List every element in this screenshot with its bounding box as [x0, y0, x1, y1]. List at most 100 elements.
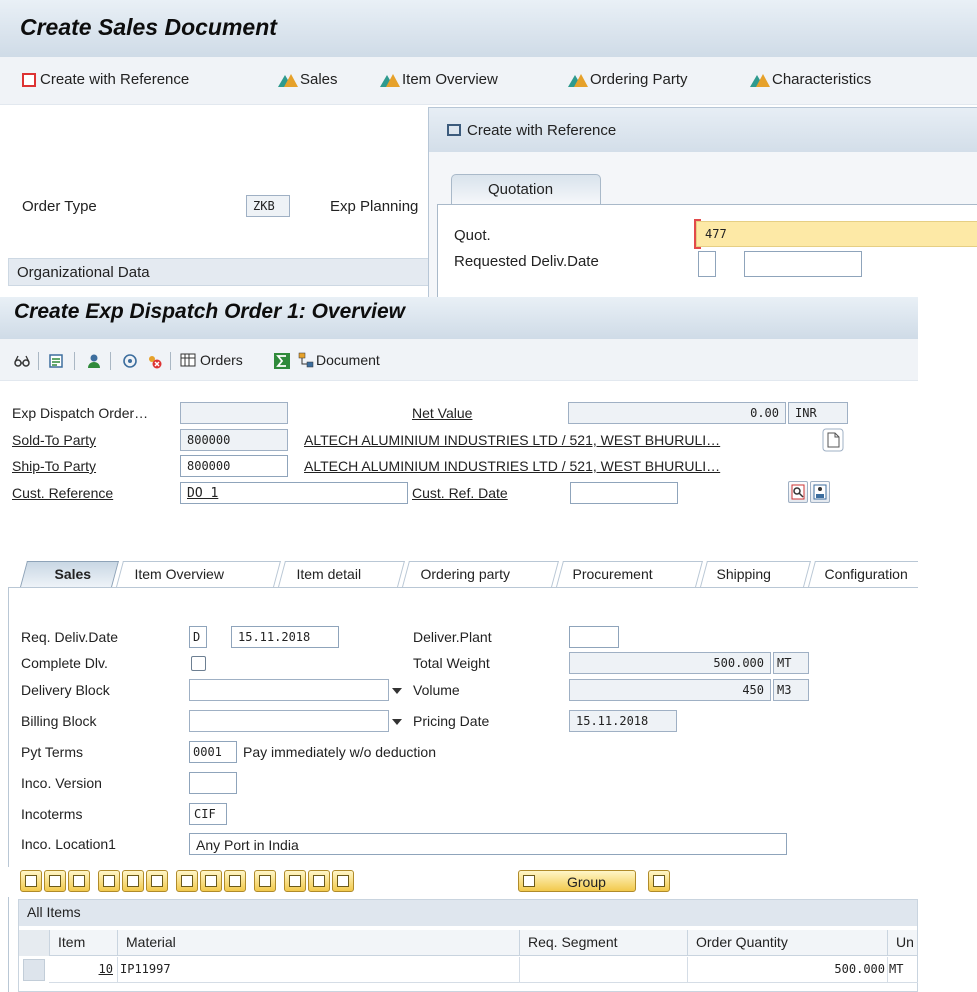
configuration-icon[interactable] [254, 870, 276, 892]
net-value-field: 0.00 [568, 402, 786, 424]
total-weight-field: 500.000 [569, 652, 771, 674]
schedule-lines-icon[interactable] [200, 870, 222, 892]
cust-ref-date-input[interactable] [570, 482, 678, 504]
document-button[interactable]: Document [298, 352, 380, 368]
overview-mountain-icon [278, 73, 298, 87]
unit-cell[interactable]: MT [887, 957, 918, 983]
tab-shipping[interactable]: Shipping [700, 561, 811, 587]
complete-dlv-label: Complete Dlv. [21, 655, 108, 671]
req-deliv-date-input[interactable]: 15.11.2018 [231, 626, 339, 648]
pricing-date-field: 15.11.2018 [569, 710, 677, 732]
net-value-label: Net Value [412, 405, 473, 421]
person-icon[interactable] [86, 353, 102, 369]
column-header-material[interactable]: Material [117, 930, 519, 956]
ship-to-party-description: ALTECH ALUMINIUM INDUSTRIES LTD / 521, W… [304, 458, 721, 474]
column-header-unit[interactable]: Un [887, 930, 918, 956]
tab-ordering-party[interactable]: Ordering party [402, 561, 559, 587]
req-deliv-date-type-input[interactable]: D [189, 626, 207, 648]
ship-to-party-label: Ship-To Party [12, 458, 97, 474]
document-icon[interactable] [822, 428, 844, 452]
requested-deliv-date-field[interactable] [744, 251, 862, 277]
tab-item-overview[interactable]: Item Overview [116, 561, 281, 587]
batch-icon[interactable] [308, 870, 330, 892]
insert-row-icon[interactable] [44, 870, 66, 892]
exp-dispatch-order-label: Exp Dispatch Order… [12, 405, 149, 421]
tab-item-detail[interactable]: Item detail [278, 561, 405, 587]
delete-row-icon[interactable] [68, 870, 90, 892]
item-grid-toolbar: Group [0, 867, 918, 897]
item-cell[interactable]: 10 [49, 957, 117, 983]
overview-mountain-icon [750, 73, 770, 87]
exp-planning-label: Exp Planning [330, 198, 419, 215]
partner-icon[interactable] [176, 870, 198, 892]
row-selector[interactable] [23, 959, 45, 981]
pyt-terms-input[interactable]: 0001 [189, 741, 237, 763]
inco-location-input[interactable]: Any Port in India [189, 833, 787, 855]
orders-button[interactable]: Orders [180, 352, 243, 368]
search-document-icon[interactable] [788, 481, 808, 503]
complete-dlv-checkbox[interactable] [191, 656, 206, 671]
glasses-icon[interactable] [14, 353, 30, 369]
tab-sales[interactable]: Sales [20, 561, 119, 587]
background-toolbar: Create with Reference Sales Item Overvie… [0, 57, 977, 105]
characteristics-button[interactable]: Characteristics [750, 71, 871, 88]
structure-icon[interactable] [648, 870, 670, 892]
create-reference-icon [22, 72, 36, 87]
deliver-plant-input[interactable] [569, 626, 619, 648]
order-quantity-cell[interactable]: 500.000 [687, 957, 887, 983]
sales-button[interactable]: Sales [278, 71, 338, 88]
toolbar-separator [38, 352, 39, 370]
tab-procurement[interactable]: Procurement [556, 561, 703, 587]
column-header-req-segment[interactable]: Req. Segment [519, 930, 687, 956]
dialog-window-icon [447, 124, 461, 136]
billing-block-dropdown[interactable] [189, 710, 402, 732]
copy-items-icon[interactable] [146, 870, 168, 892]
tab-quotation[interactable]: Quotation [451, 174, 601, 204]
ship-to-party-input[interactable]: 800000 [180, 455, 288, 477]
display-document-icon[interactable] [122, 353, 138, 369]
req-segment-cell[interactable] [519, 957, 687, 983]
ordering-party-button[interactable]: Ordering Party [568, 71, 688, 88]
tab-configuration[interactable]: Configuration [808, 561, 918, 587]
column-header-item[interactable]: Item [49, 930, 117, 956]
overview-mountain-icon [380, 73, 400, 87]
quotation-number-input[interactable]: 477 [696, 221, 977, 247]
requested-deliv-date-label: Requested Deliv.Date [454, 253, 599, 270]
overview-tabstrip: Sales Item Overview Item detail Ordering… [0, 557, 918, 587]
document-header-icon[interactable] [48, 353, 64, 369]
background-title-bar: Create Sales Document [0, 0, 977, 57]
billing-block-label: Billing Block [21, 713, 97, 729]
overview-mountain-icon [568, 73, 588, 87]
deliver-plant-label: Deliver.Plant [413, 629, 492, 645]
inco-version-label: Inco. Version [21, 775, 102, 791]
volume-unit-field: M3 [773, 679, 809, 701]
edit-icon[interactable] [332, 870, 354, 892]
delivery-block-dropdown[interactable] [189, 679, 402, 701]
order-type-field[interactable]: ZKB [246, 195, 290, 217]
incoterms-input[interactable]: CIF [189, 803, 227, 825]
req-deliv-date-label: Req. Deliv.Date [21, 629, 119, 645]
table-row[interactable]: 10 IP11997 500.000 MT [19, 957, 918, 983]
requested-deliv-type-field[interactable] [698, 251, 716, 277]
sum-icon[interactable] [274, 353, 290, 369]
volume-label: Volume [413, 682, 460, 698]
cust-reference-input[interactable]: DO 1 [180, 482, 408, 504]
deselect-all-icon[interactable] [122, 870, 144, 892]
item-detail-icon[interactable] [20, 870, 42, 892]
item-overview-button[interactable]: Item Overview [380, 71, 498, 88]
select-all-icon[interactable] [98, 870, 120, 892]
pricing-icon[interactable] [224, 870, 246, 892]
print-preview-icon[interactable] [810, 481, 830, 503]
inco-version-input[interactable] [189, 772, 237, 794]
group-button[interactable]: Group [518, 870, 636, 892]
delete-partner-icon[interactable] [146, 353, 162, 369]
exp-dispatch-order-field [180, 402, 288, 424]
availability-icon[interactable] [284, 870, 306, 892]
create-with-reference-button[interactable]: Create with Reference [22, 71, 189, 88]
material-cell[interactable]: IP11997 [117, 957, 519, 983]
column-header-order-quantity[interactable]: Order Quantity [687, 930, 887, 956]
delivery-block-label: Delivery Block [21, 682, 110, 698]
quot-label: Quot. [454, 227, 491, 244]
cust-reference-label: Cust. Reference [12, 485, 114, 501]
dialog-tabstrip: Quotation Quot. 477 Requested Deliv.Date [429, 152, 977, 297]
